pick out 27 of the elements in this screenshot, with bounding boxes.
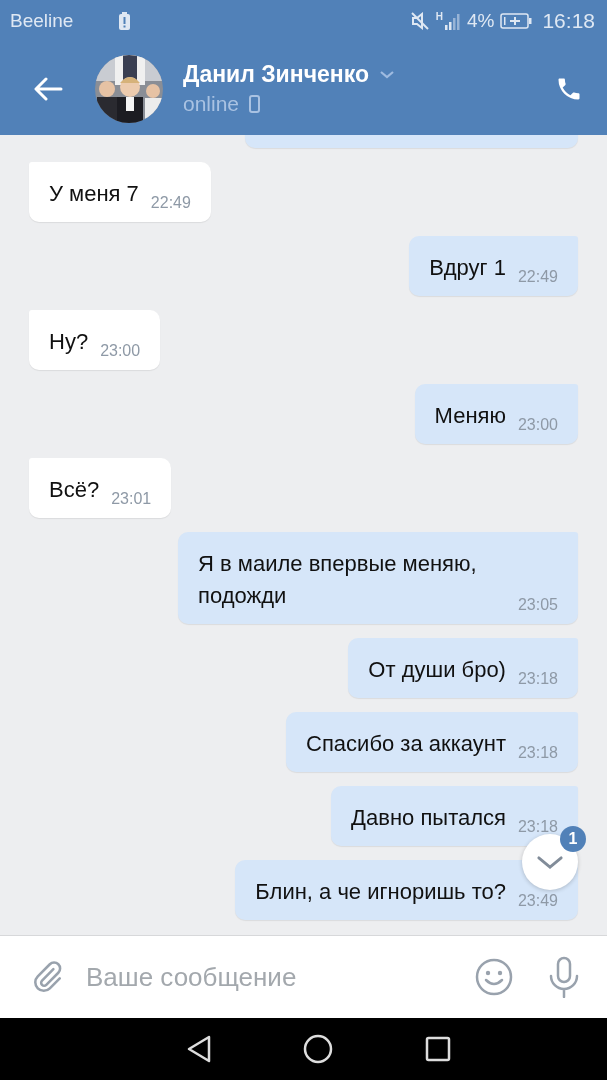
message-time: 23:49 [517,893,558,909]
message-text: Вдруг 1 [429,254,506,283]
message-text: От души бро) [368,656,506,685]
network-type: H [435,11,443,22]
message-text: У меня 7 [49,180,139,209]
contact-name[interactable]: Данил Зинченко [183,61,369,88]
carrier-name: Beeline [10,10,74,32]
message-text: Ну? [49,328,89,357]
unread-badge: 1 [560,826,586,852]
message-time: 23:05 [517,597,558,613]
message-time: 22:49 [517,269,558,286]
message-text: Блин, а че игноришь то? [255,878,506,907]
message-time: 23:18 [517,671,558,687]
message-time: 23:00 [100,343,141,360]
message-text: Давно пытался [351,804,506,833]
online-status: online [183,92,240,116]
message-time: 23:18 [517,745,558,761]
battery-percent: 4% [466,10,495,32]
message-time: 23:00 [517,417,558,434]
clock: 16:18 [542,9,595,33]
message-time: 23:01 [111,491,152,508]
message-text: Я в маиле впервые меняю, подожди [198,550,478,611]
message-text: Всё? [49,476,100,505]
message-text: Спасибо за аккаунт [306,730,506,759]
message-text: Меняю [434,402,506,431]
message-time: 22:49 [150,195,191,212]
message-time: 23:18 [517,819,558,835]
